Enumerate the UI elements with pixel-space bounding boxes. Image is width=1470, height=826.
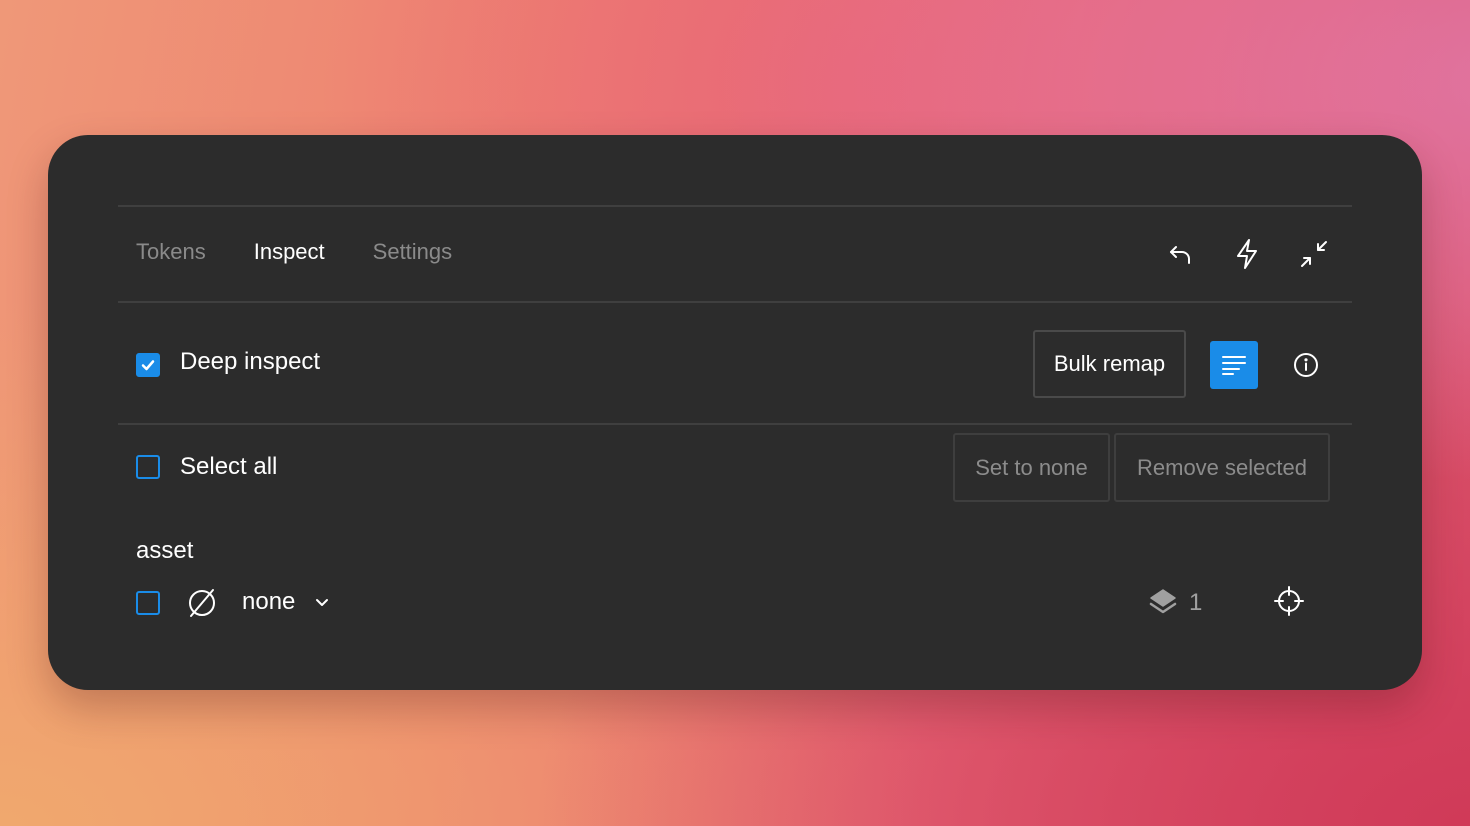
empty-set-icon	[186, 587, 218, 624]
select-all-checkbox[interactable]	[136, 455, 160, 479]
minimize-button[interactable]	[1296, 236, 1332, 272]
lightning-icon	[1237, 239, 1257, 269]
tab-bar: Tokens Inspect Settings	[136, 239, 452, 265]
remove-selected-button[interactable]: Remove selected	[1114, 433, 1330, 502]
list-lines-icon	[1222, 356, 1246, 375]
group-title: asset	[136, 537, 194, 564]
minimize-icon	[1301, 241, 1327, 267]
token-value-dropdown[interactable]: none	[242, 588, 329, 616]
layers-icon	[1149, 588, 1177, 623]
crosshair-icon	[1274, 586, 1304, 616]
set-to-none-button[interactable]: Set to none	[953, 433, 1110, 502]
top-divider	[118, 205, 1352, 207]
tabs-divider	[118, 301, 1352, 303]
options-divider	[118, 423, 1352, 425]
tab-inspect[interactable]: Inspect	[254, 239, 325, 265]
token-value: none	[242, 588, 296, 615]
undo-icon	[1170, 246, 1190, 264]
deep-inspect-label: Deep inspect	[180, 348, 321, 375]
list-view-button[interactable]	[1210, 341, 1258, 389]
bulk-remap-button[interactable]: Bulk remap	[1033, 330, 1186, 398]
item-checkbox[interactable]	[136, 591, 160, 615]
lightning-button[interactable]	[1229, 236, 1265, 272]
tab-tokens[interactable]: Tokens	[136, 239, 206, 265]
chevron-down-icon	[316, 599, 329, 606]
info-circle-icon	[1294, 353, 1318, 377]
undo-button[interactable]	[1162, 236, 1198, 272]
check-icon	[141, 360, 155, 371]
inspector-panel: Tokens Inspect Settings Deep inspect Bul…	[48, 135, 1422, 690]
deep-inspect-checkbox[interactable]	[136, 353, 160, 377]
select-all-label: Select all	[180, 453, 278, 480]
tab-settings[interactable]: Settings	[373, 239, 453, 265]
info-button[interactable]	[1288, 347, 1324, 383]
layer-count: 1	[1189, 589, 1203, 616]
locate-button[interactable]	[1271, 583, 1307, 619]
